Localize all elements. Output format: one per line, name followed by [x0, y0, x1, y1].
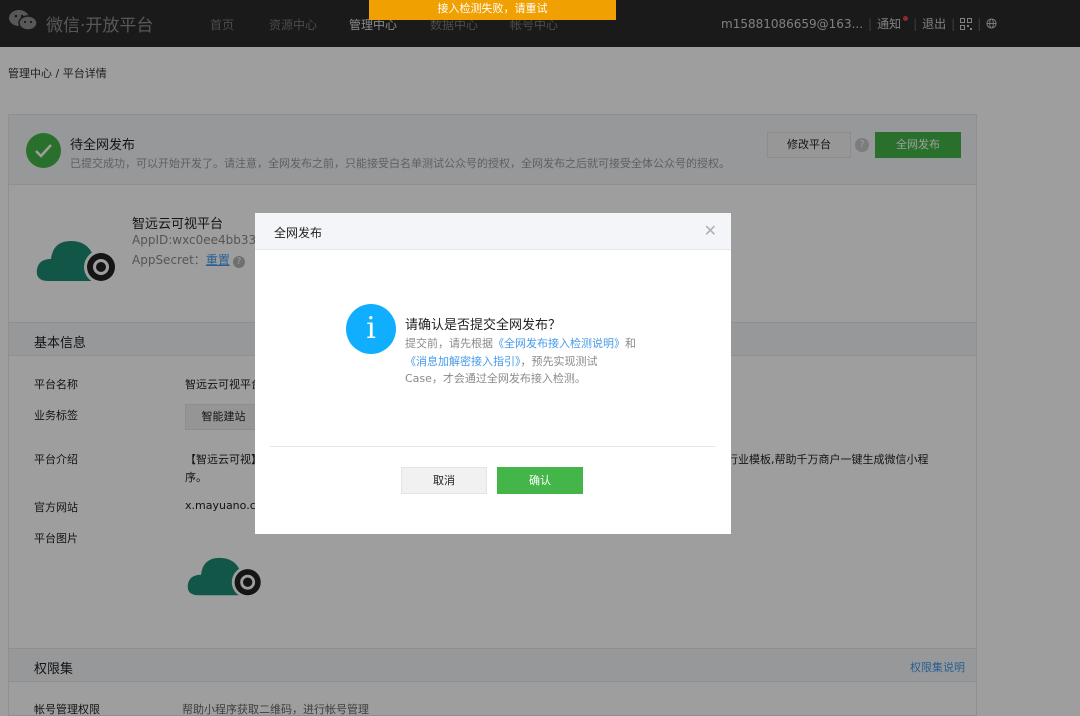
desc-text: ，预先实现测试: [520, 355, 598, 368]
dialog-desc-line3: Case，才会通过全网发布接入检测。: [405, 372, 586, 385]
dialog-desc-line2: 《消息加解密接入指引》，预先实现测试: [405, 353, 598, 369]
encryption-guide-link[interactable]: 《消息加解密接入指引》: [405, 355, 521, 368]
dialog-header: 全网发布 ✕: [255, 213, 731, 250]
divider: [270, 446, 716, 447]
dialog-title: 全网发布: [274, 226, 323, 240]
dialog-desc-line1: 提交前，请先根据《全网发布接入检测说明》和: [405, 335, 636, 351]
publish-confirm-dialog: 全网发布 ✕ i 请确认是否提交全网发布？ 提交前，请先根据《全网发布接入检测说…: [255, 213, 731, 534]
desc-text: 提交前，请先根据: [405, 337, 493, 350]
publish-guide-link[interactable]: 《全网发布接入检测说明》: [493, 337, 625, 350]
desc-text: 和: [625, 337, 636, 350]
cancel-button[interactable]: 取消: [401, 467, 487, 494]
confirm-button[interactable]: 确认: [497, 467, 583, 494]
info-icon: i: [346, 304, 396, 354]
close-icon[interactable]: ✕: [704, 221, 717, 240]
dialog-question: 请确认是否提交全网发布？: [405, 318, 562, 333]
error-toast: 接入检测失败，请重试: [369, 0, 616, 20]
